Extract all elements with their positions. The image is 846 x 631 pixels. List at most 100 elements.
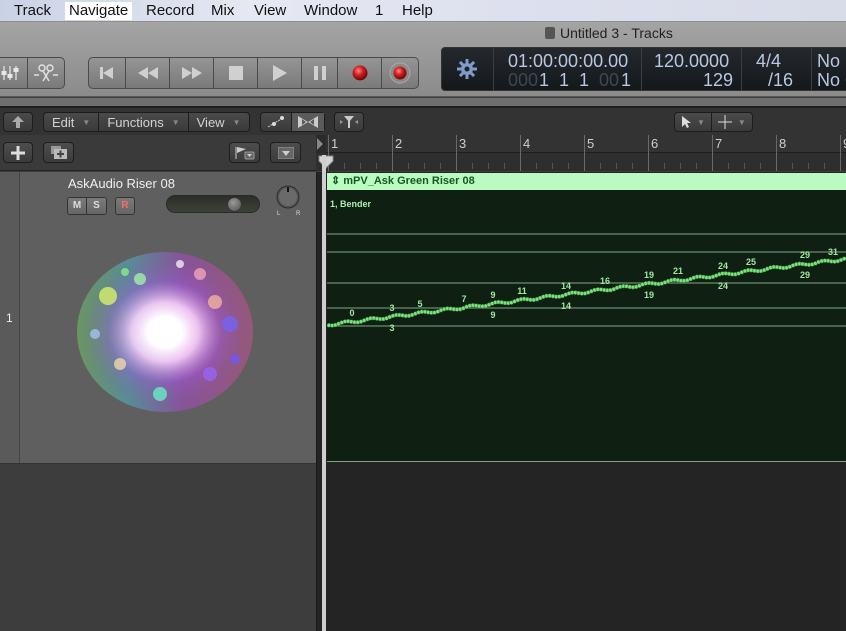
ticks-position: 1 (621, 70, 632, 90)
bend-value-label: 24 (718, 281, 728, 291)
menu-1[interactable]: 1 (375, 2, 383, 20)
pause-icon (313, 66, 326, 80)
lcd-tempo[interactable]: 120.0000 129 (642, 48, 742, 90)
volume-slider[interactable] (166, 195, 260, 213)
pan-right-label: R (296, 211, 301, 216)
solo-button[interactable]: S (87, 198, 106, 214)
global-tracks-button[interactable] (229, 142, 260, 163)
playhead[interactable] (322, 155, 326, 631)
bend-value-label: 25 (746, 257, 756, 267)
ruler-bar-line (776, 135, 777, 171)
capture-record-icon (389, 62, 411, 84)
mixer-button[interactable] (0, 58, 28, 88)
flex-button[interactable] (292, 113, 324, 131)
ruler-beat-tick (664, 163, 665, 169)
pause-button[interactable] (302, 58, 338, 88)
menu-window[interactable]: Window (304, 2, 357, 20)
rewind-button[interactable] (126, 58, 170, 88)
scissors-icon (34, 64, 58, 82)
bend-value-label: 14 (561, 281, 571, 291)
lcd-display[interactable]: 01:00:00:00.00 000 1 1 1 00 1 120.0000 1… (441, 47, 846, 91)
transport-controls (88, 57, 419, 89)
edit-menu-button[interactable]: Edit ▼ (44, 113, 100, 131)
record-enable-button[interactable]: R (115, 197, 135, 215)
automation-button[interactable] (261, 113, 292, 131)
ruler-bar-number: 5 (587, 136, 595, 151)
track-list-empty-area[interactable] (0, 463, 316, 631)
menu-bar: Track Navigate Record Mix View Window 1 … (0, 0, 846, 22)
bend-value-label: 31 (828, 247, 838, 257)
ruler-beat-tick (552, 163, 553, 169)
stop-button[interactable] (214, 58, 258, 88)
capture-record-button[interactable] (382, 58, 418, 88)
catch-button[interactable] (334, 112, 364, 132)
record-button[interactable] (338, 58, 382, 88)
gear-icon (457, 59, 477, 79)
document-icon (545, 27, 555, 39)
ruler-bar-line (584, 135, 585, 171)
view-buttons-group (0, 57, 65, 89)
fast-forward-icon (181, 67, 202, 79)
chevron-down-icon: ▼ (697, 117, 705, 127)
track-name[interactable]: AskAudio Riser 08 (68, 176, 175, 191)
menu-track[interactable]: Track (14, 2, 51, 20)
edit-label: Edit (52, 114, 75, 130)
ruler-bar-number: 3 (459, 136, 467, 151)
in-label: No In (817, 51, 846, 71)
go-to-beginning-button[interactable] (89, 58, 126, 88)
out-label: No Out (817, 70, 846, 90)
functions-menu-button[interactable]: Functions ▼ (99, 113, 189, 131)
marquee-tool-button[interactable]: ▼ (712, 113, 752, 131)
menu-mix[interactable]: Mix (211, 2, 234, 20)
menu-view[interactable]: View (254, 2, 286, 20)
lcd-signature[interactable]: 4/4 /16 (742, 48, 812, 90)
menu-help[interactable]: Help (402, 2, 433, 20)
bend-value-label: 9 (490, 310, 495, 320)
lcd-settings[interactable] (442, 48, 494, 90)
menu-button-group: Edit ▼ Functions ▼ View ▼ (43, 112, 250, 132)
chevron-down-icon: ▼ (737, 117, 746, 127)
track-stack-button[interactable] (43, 142, 74, 163)
bend-value-label: 19 (644, 270, 654, 280)
control-bar: Untitled 3 - Tracks 01:00:00:00.00 000 1… (0, 22, 846, 97)
menu-record[interactable]: Record (146, 2, 194, 20)
view-menu-button[interactable]: View ▼ (189, 113, 249, 131)
ruler-bar-number: 7 (715, 136, 723, 151)
bend-value-label: 9 (490, 290, 495, 300)
track-options-button[interactable] (270, 142, 301, 163)
dropdown-icon (277, 146, 294, 159)
playhead-handle-icon[interactable] (318, 155, 334, 169)
track-header[interactable]: AskAudio Riser 08 M S R LR (20, 172, 316, 463)
bars-position: 1 1 1 (539, 70, 590, 90)
pan-knob[interactable]: LR (274, 182, 302, 216)
midi-region[interactable]: ⇕ mPV_Ask Green Riser 08 1, Bender 03579… (327, 173, 846, 462)
chevron-down-icon: ▼ (232, 117, 241, 127)
stop-icon (228, 66, 243, 80)
mute-button[interactable]: M (68, 198, 87, 214)
lcd-position[interactable]: 01:00:00:00.00 000 1 1 1 00 1 (494, 48, 642, 90)
bar-ruler[interactable]: 123456789 (316, 135, 846, 171)
ruler-beat-tick (744, 163, 745, 169)
pointer-tool-button[interactable]: ▼ (675, 113, 712, 131)
tempo-sub-value: 129 (702, 70, 733, 90)
ruler-beat-tick (632, 163, 633, 169)
track-icon-burst (70, 247, 260, 417)
ruler-bar-line (520, 135, 521, 171)
bend-value-label: 29 (800, 250, 810, 260)
menu-navigate[interactable]: Navigate (65, 2, 133, 20)
ruler-bar-line (392, 135, 393, 171)
scissors-button[interactable] (28, 58, 64, 88)
bend-point[interactable] (841, 256, 846, 261)
tempo-value: 120.0000 (654, 51, 730, 71)
volume-slider-thumb[interactable] (226, 197, 242, 212)
ruler-bar-line (648, 135, 649, 171)
lcd-in-out[interactable]: No In No Out (812, 48, 846, 90)
ruler-bar-line (840, 135, 841, 171)
up-level-button[interactable] (3, 112, 33, 132)
play-button[interactable] (258, 58, 302, 88)
add-track-button[interactable] (3, 142, 33, 163)
smpte-position: 01:00:00:00.00 (508, 51, 629, 71)
pitch-bend-graph[interactable]: 0 3 5 7 9 11 14 16 19 21 24 25 29 31 3 9 14 19 24 29 (327, 173, 846, 462)
fast-forward-button[interactable] (170, 58, 214, 88)
ruler-beat-tick (360, 163, 361, 169)
